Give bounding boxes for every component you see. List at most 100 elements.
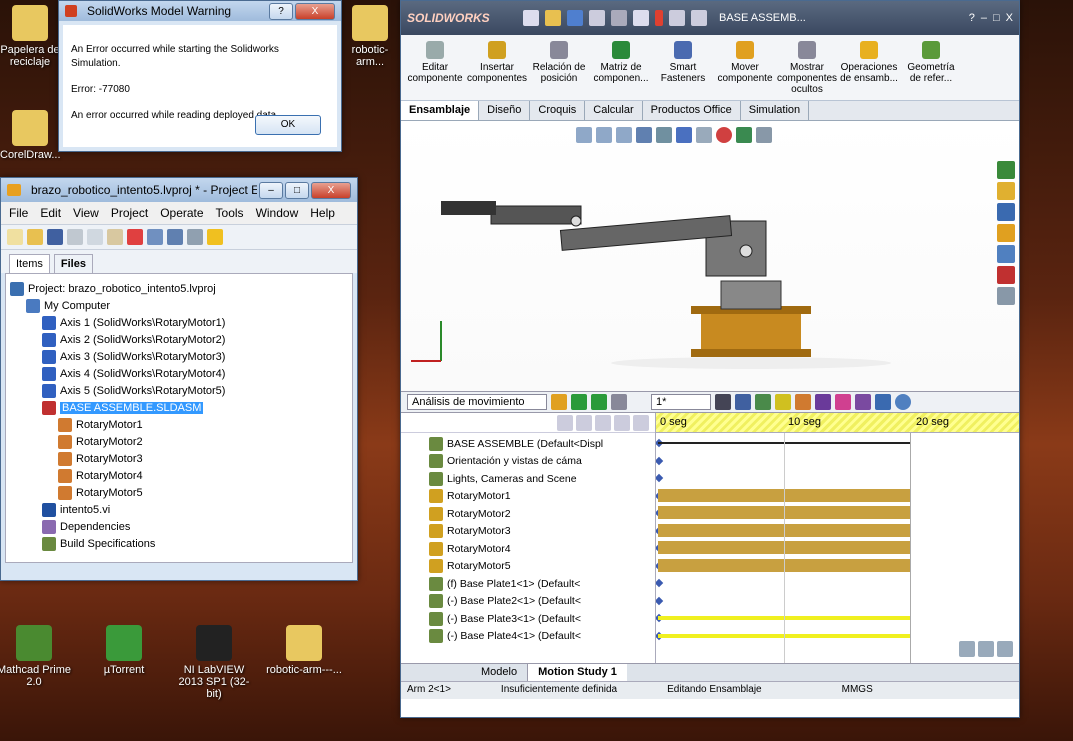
- ribbon-button[interactable]: Geometría de refer...: [901, 37, 961, 98]
- minimize-button[interactable]: –: [259, 181, 283, 199]
- new-icon[interactable]: [7, 229, 23, 245]
- tree-item[interactable]: RotaryMotor4: [10, 467, 348, 484]
- view-settings-icon[interactable]: [756, 127, 772, 143]
- zoom-out-icon[interactable]: [997, 641, 1013, 657]
- tab-motion-study-1[interactable]: Motion Study 1: [528, 664, 627, 681]
- motion-tree-item[interactable]: (-) Base Plate3<1> (Default<: [429, 610, 655, 628]
- view-orientation-icon[interactable]: [656, 127, 672, 143]
- menu-item[interactable]: Operate: [160, 206, 203, 220]
- motion-tree-item[interactable]: Lights, Cameras and Scene: [429, 470, 655, 488]
- save-icon[interactable]: [47, 229, 63, 245]
- spring-icon[interactable]: [815, 394, 831, 410]
- tree-item[interactable]: RotaryMotor1: [10, 416, 348, 433]
- play-from-start-icon[interactable]: [571, 394, 587, 410]
- filter-animated-icon[interactable]: [576, 415, 592, 431]
- motion-tree-item[interactable]: Orientación y vistas de cáma: [429, 453, 655, 471]
- command-tab[interactable]: Simulation: [741, 101, 810, 120]
- graphics-viewport[interactable]: [401, 121, 1019, 391]
- motion-tree-item[interactable]: RotaryMotor4: [429, 540, 655, 558]
- ribbon-button[interactable]: Matriz de componen...: [591, 37, 651, 98]
- delete-icon[interactable]: [127, 229, 143, 245]
- save-icon[interactable]: [567, 10, 583, 26]
- key-point[interactable]: [656, 456, 664, 465]
- forum-icon[interactable]: [997, 287, 1015, 305]
- ribbon-button[interactable]: Smart Fasteners: [653, 37, 713, 98]
- close-button[interactable]: X: [1006, 12, 1013, 24]
- key-point[interactable]: [656, 473, 664, 483]
- zoom-fit-icon[interactable]: [576, 127, 592, 143]
- stop-icon[interactable]: [611, 394, 627, 410]
- tree-item[interactable]: RotaryMotor3: [10, 450, 348, 467]
- resources-icon[interactable]: [997, 161, 1015, 179]
- timeline-tracks[interactable]: [656, 433, 1019, 663]
- desktop-icon[interactable]: µTorrent: [84, 625, 164, 676]
- play-icon[interactable]: [591, 394, 607, 410]
- view-icon[interactable]: [187, 229, 203, 245]
- tree-item[interactable]: Axis 5 (SolidWorks\RotaryMotor5): [10, 382, 348, 399]
- menu-item[interactable]: Tools: [216, 206, 244, 220]
- calculate-icon[interactable]: [551, 394, 567, 410]
- appearances-icon[interactable]: [997, 245, 1015, 263]
- rebuild-icon[interactable]: [655, 10, 663, 26]
- motion-tree-item[interactable]: RotaryMotor2: [429, 505, 655, 523]
- motion-tree-item[interactable]: (f) Base Plate1<1> (Default<: [429, 575, 655, 593]
- open-icon[interactable]: [545, 10, 561, 26]
- menu-item[interactable]: Help: [310, 206, 335, 220]
- file-explorer-icon[interactable]: [997, 203, 1015, 221]
- desktop-icon[interactable]: robotic-arm...: [340, 5, 400, 68]
- tree-item[interactable]: Axis 3 (SolidWorks\RotaryMotor3): [10, 348, 348, 365]
- help-button[interactable]: ?: [269, 2, 293, 20]
- tree-item[interactable]: Build Specifications: [10, 535, 348, 552]
- tree-item[interactable]: Project: brazo_robotico_intento5.lvproj: [10, 280, 348, 297]
- new-icon[interactable]: [523, 10, 539, 26]
- autokey-icon[interactable]: [775, 394, 791, 410]
- command-tab[interactable]: Croquis: [530, 101, 586, 120]
- motion-tree-item[interactable]: (-) Base Plate2<1> (Default<: [429, 593, 655, 611]
- menu-item[interactable]: Edit: [40, 206, 61, 220]
- motion-tree-item[interactable]: (-) Base Plate4<1> (Default<: [429, 628, 655, 646]
- motion-tree-item[interactable]: RotaryMotor3: [429, 523, 655, 541]
- motion-tree-item[interactable]: RotaryMotor1: [429, 488, 655, 506]
- save-animation-icon[interactable]: [735, 394, 751, 410]
- build-icon[interactable]: [147, 229, 163, 245]
- filter-selected-icon[interactable]: [614, 415, 630, 431]
- tree-item[interactable]: RotaryMotor2: [10, 433, 348, 450]
- ribbon-button[interactable]: Operaciones de ensamb...: [839, 37, 899, 98]
- gravity-icon[interactable]: [855, 394, 871, 410]
- ribbon-button[interactable]: Insertar componentes: [467, 37, 527, 98]
- ribbon-button[interactable]: Editar componente: [405, 37, 465, 98]
- playback-speed-select[interactable]: 1*: [651, 394, 711, 410]
- menu-item[interactable]: File: [9, 206, 28, 220]
- view-palette-icon[interactable]: [997, 224, 1015, 242]
- command-tab[interactable]: Diseño: [479, 101, 531, 120]
- ribbon-button[interactable]: Relación de posición: [529, 37, 589, 98]
- zoom-to-fit-icon[interactable]: [959, 641, 975, 657]
- minimize-button[interactable]: –: [981, 12, 987, 24]
- paste-icon[interactable]: [107, 229, 123, 245]
- ribbon-button[interactable]: Mover componente: [715, 37, 775, 98]
- tree-item[interactable]: Axis 1 (SolidWorks\RotaryMotor1): [10, 314, 348, 331]
- run-icon[interactable]: [167, 229, 183, 245]
- desktop-icon[interactable]: NI LabVIEW 2013 SP1 (32-bit): [174, 625, 254, 700]
- motion-tree-item[interactable]: BASE ASSEMBLE (Default<Displ: [429, 435, 655, 453]
- open-icon[interactable]: [27, 229, 43, 245]
- close-button[interactable]: X: [295, 2, 335, 20]
- undo-icon[interactable]: [611, 10, 627, 26]
- filter-driving-icon[interactable]: [595, 415, 611, 431]
- file-properties-icon[interactable]: [669, 10, 685, 26]
- warning-icon[interactable]: [207, 229, 223, 245]
- command-tab[interactable]: Productos Office: [643, 101, 741, 120]
- custom-properties-icon[interactable]: [997, 266, 1015, 284]
- zoom-in-icon[interactable]: [978, 641, 994, 657]
- tree-item[interactable]: My Computer: [10, 297, 348, 314]
- display-style-icon[interactable]: [676, 127, 692, 143]
- menu-item[interactable]: Project: [111, 206, 148, 220]
- desktop-icon[interactable]: CorelDraw...: [0, 110, 61, 161]
- tab-files[interactable]: Files: [53, 254, 93, 273]
- motion-tree-item[interactable]: RotaryMotor5: [429, 558, 655, 576]
- key-point[interactable]: [656, 596, 664, 605]
- filter-results-icon[interactable]: [633, 415, 649, 431]
- desktop-icon[interactable]: Mathcad Prime 2.0: [0, 625, 74, 688]
- filter-icon[interactable]: [557, 415, 573, 431]
- tab-items[interactable]: Items: [9, 254, 50, 273]
